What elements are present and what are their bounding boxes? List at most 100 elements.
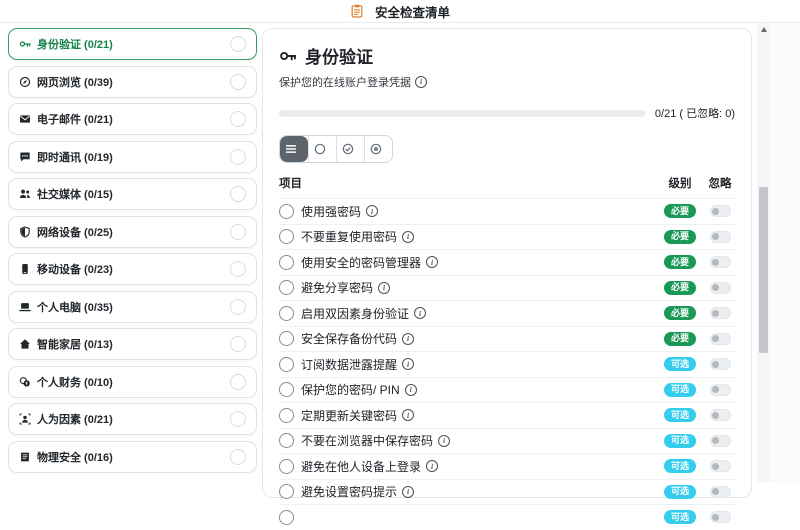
- sidebar-item-4[interactable]: 社交媒体 (0/15): [8, 178, 257, 210]
- circle-icon: [313, 142, 327, 156]
- category-progress-circle: [230, 298, 246, 315]
- level-badge: 必要: [663, 331, 696, 346]
- info-icon[interactable]: i: [366, 205, 379, 218]
- info-icon[interactable]: i: [402, 485, 415, 498]
- level-badge: 可选: [663, 357, 696, 372]
- info-icon[interactable]: i: [402, 332, 415, 345]
- item-checkbox[interactable]: [279, 407, 294, 423]
- scrollbar-up-arrow[interactable]: [760, 27, 767, 32]
- filter-button-done[interactable]: [336, 136, 364, 162]
- sidebar-item-2[interactable]: 电子邮件 (0/21): [8, 103, 257, 135]
- item-label: 避免分享密码: [301, 281, 374, 296]
- info-icon[interactable]: i: [378, 281, 391, 294]
- item-checkbox[interactable]: [279, 484, 294, 500]
- sidebar-item-0[interactable]: 身份验证 (0/21): [8, 28, 257, 60]
- checklist-row-7: 保护您的密码/ PIN i 可选: [279, 376, 735, 403]
- checklist-row-6: 订阅数据泄露提醒 i 可选: [279, 351, 735, 377]
- mail-icon: [19, 113, 31, 125]
- ignore-toggle[interactable]: [709, 485, 731, 498]
- item-checkbox[interactable]: [279, 382, 294, 398]
- table-header: 项目 级别 忽略: [279, 175, 735, 198]
- item-checkbox[interactable]: [279, 305, 294, 321]
- checklist-row-8: 定期更新关键密码 i 可选: [279, 402, 735, 428]
- laptop-icon: [19, 301, 31, 313]
- scrollbar-thumb[interactable]: [759, 187, 768, 353]
- info-icon[interactable]: i: [414, 307, 427, 320]
- sidebar-item-label: 物理安全 (0/16): [37, 451, 113, 464]
- ignore-toggle[interactable]: [709, 256, 731, 269]
- checklist-row-2: 使用安全的密码管理器 i 必要: [279, 249, 735, 275]
- main-panel: 身份验证 保护您的在线账户登录凭据 i 0/21 ( 已忽略: 0) 项目 级别…: [262, 28, 752, 525]
- info-icon[interactable]: i: [404, 383, 417, 396]
- ignore-toggle[interactable]: [709, 307, 731, 320]
- level-badge: 必要: [663, 306, 696, 321]
- toggle-knob: [712, 462, 719, 470]
- scrollbar[interactable]: [757, 23, 770, 482]
- ignore-toggle[interactable]: [709, 383, 731, 396]
- sidebar-item-1[interactable]: 网页浏览 (0/39): [8, 65, 257, 98]
- ignore-toggle[interactable]: [709, 281, 731, 294]
- ignore-toggle[interactable]: [709, 358, 731, 371]
- sidebar-item-11[interactable]: 物理安全 (0/16): [8, 440, 257, 473]
- item-checkbox[interactable]: [279, 433, 294, 449]
- category-progress-circle: [230, 336, 246, 352]
- info-icon[interactable]: i: [402, 409, 415, 422]
- filter-button-todo[interactable]: [308, 136, 336, 162]
- toggle-knob: [712, 360, 719, 368]
- ignore-toggle[interactable]: [709, 511, 731, 524]
- sidebar: 身份验证 (0/21) 网页浏览 (0/39) 电子邮件 (0/21) 即时通讯 (0…: [8, 28, 257, 478]
- sidebar-item-10[interactable]: 人为因素 (0/21): [8, 403, 257, 435]
- mobile-icon: [19, 263, 31, 275]
- category-progress-circle: [230, 186, 246, 202]
- info-icon[interactable]: i: [426, 460, 439, 473]
- shield-icon: [19, 225, 31, 238]
- sidebar-item-label: 身份验证 (0/21): [37, 39, 113, 51]
- sidebar-item-8[interactable]: 智能家居 (0/13): [8, 328, 257, 360]
- item-checkbox[interactable]: [279, 331, 294, 347]
- item-checkbox[interactable]: [279, 254, 294, 270]
- item-checkbox[interactable]: [279, 356, 294, 372]
- level-badge: 必要: [663, 255, 696, 270]
- filter-button-ignored[interactable]: [364, 136, 392, 162]
- item-label: 使用强密码: [301, 204, 362, 219]
- ignore-toggle[interactable]: [709, 409, 731, 422]
- category-progress-circle: [230, 411, 246, 427]
- sidebar-item-5[interactable]: 网络设备 (0/25): [8, 215, 257, 248]
- item-checkbox[interactable]: [279, 280, 294, 296]
- human-icon: [19, 413, 31, 425]
- column-header-level: 级别: [668, 178, 692, 190]
- ignore-toggle[interactable]: [709, 460, 731, 473]
- clipboard-icon: [350, 4, 364, 18]
- column-header-item: 项目: [279, 178, 302, 190]
- info-icon[interactable]: i: [415, 76, 427, 88]
- checklist-row-11: 避免设置密码提示 i 可选: [279, 478, 735, 505]
- sidebar-item-3[interactable]: 即时通讯 (0/19): [8, 140, 257, 173]
- item-checkbox[interactable]: [279, 203, 294, 219]
- sidebar-item-7[interactable]: 个人电脑 (0/35): [8, 290, 257, 323]
- item-checkbox[interactable]: [279, 229, 294, 245]
- sidebar-item-9[interactable]: 个人财务 (0/10): [8, 365, 257, 398]
- ignore-toggle[interactable]: [709, 434, 731, 447]
- item-label: 启用双因素身份验证: [301, 306, 410, 321]
- users-icon: [19, 188, 31, 200]
- section-subtitle-text: 保护您的在线账户登录凭据: [279, 77, 411, 89]
- item-checkbox[interactable]: [279, 509, 294, 525]
- ignore-toggle[interactable]: [709, 230, 731, 243]
- key-icon: [279, 47, 297, 65]
- ignore-toggle[interactable]: [709, 205, 731, 218]
- sidebar-item-6[interactable]: 移动设备 (0/23): [8, 253, 257, 285]
- info-icon[interactable]: i: [402, 230, 415, 243]
- info-icon[interactable]: i: [426, 256, 439, 269]
- item-label: 不要在浏览器中保存密码: [301, 434, 434, 449]
- progress-row: 0/21 ( 已忽略: 0): [279, 105, 735, 121]
- info-icon[interactable]: i: [438, 434, 451, 447]
- item-checkbox[interactable]: [279, 458, 294, 474]
- info-icon[interactable]: i: [402, 358, 415, 371]
- item-label: 订阅数据泄露提醒: [301, 357, 398, 372]
- toggle-knob: [712, 411, 719, 419]
- filter-button-all[interactable]: [280, 136, 308, 162]
- category-progress-circle: [230, 111, 246, 127]
- checklist-body: 使用强密码 i 必要 不要重复使用密码 i 必要 使用安全的密码管理器 i 必要 避免分享密码 i 必…: [279, 198, 735, 530]
- ignore-toggle[interactable]: [709, 332, 731, 345]
- sidebar-item-label: 移动设备 (0/23): [37, 264, 113, 276]
